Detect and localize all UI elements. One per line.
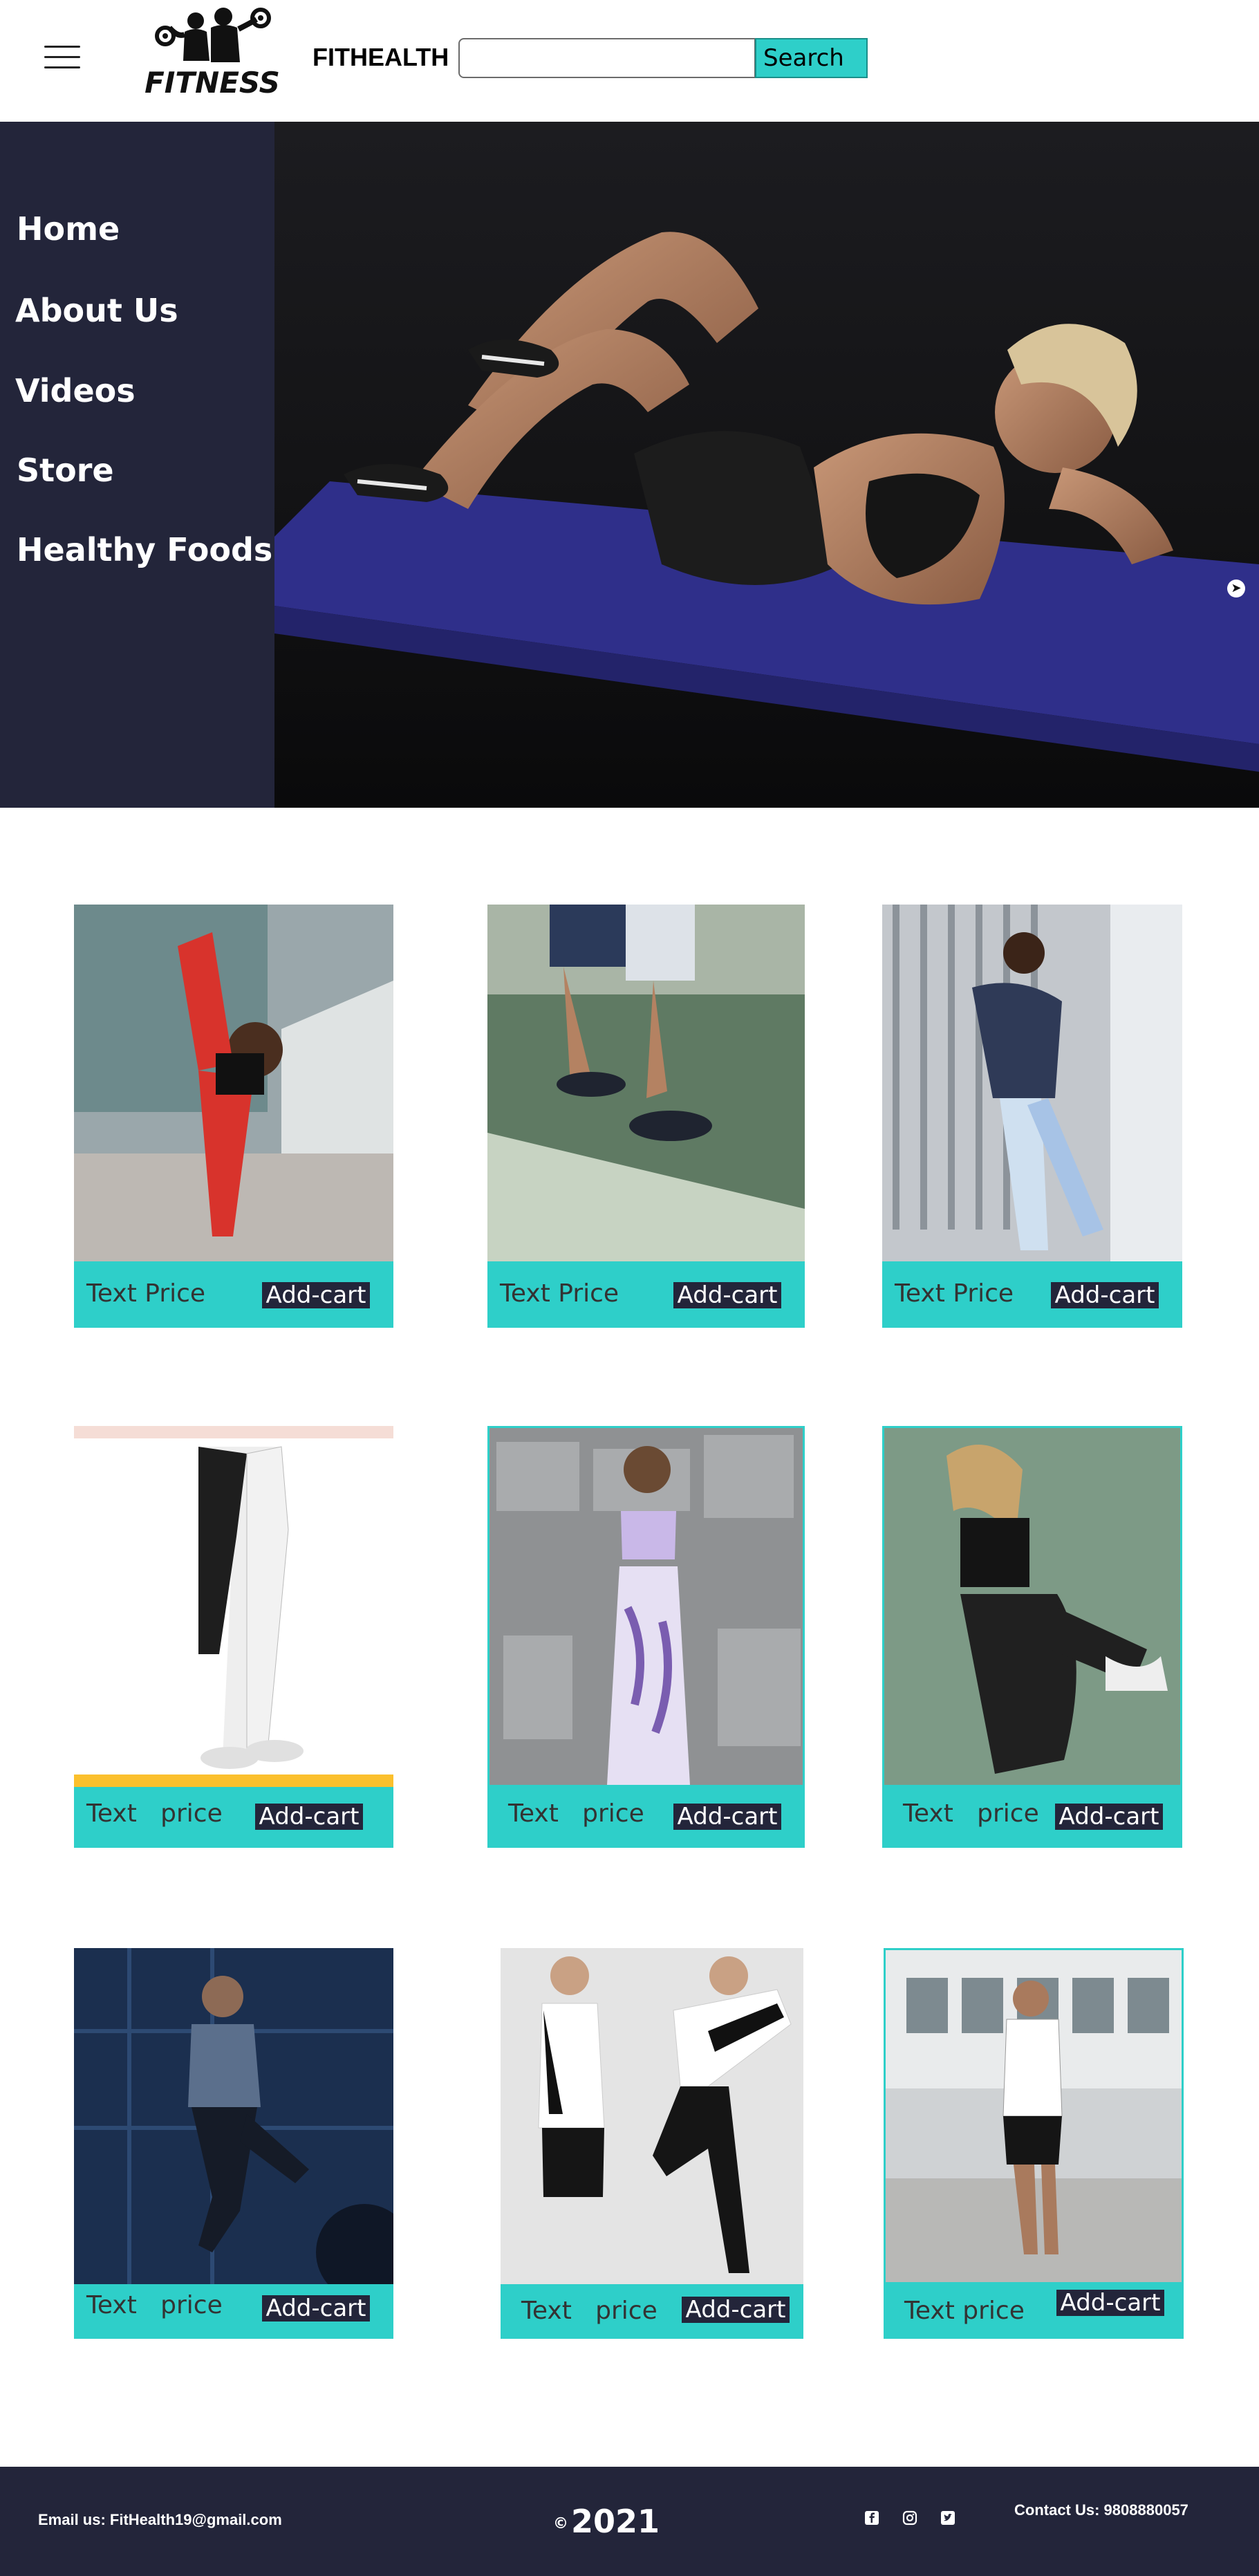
- sidebar-item-about-us[interactable]: About Us: [15, 292, 178, 329]
- product-label: Text price: [904, 2297, 1025, 2325]
- footer-year: 2021: [571, 2503, 660, 2540]
- instagram-icon[interactable]: [902, 2510, 917, 2526]
- sidebar-nav: Home About Us Videos Store Healthy Foods: [0, 122, 274, 808]
- add-to-cart-button[interactable]: Add-cart: [262, 2295, 370, 2322]
- product-label: Text price: [903, 1799, 1039, 1828]
- copyright-icon: ©: [553, 2515, 568, 2532]
- add-to-cart-button[interactable]: Add-cart: [1051, 1282, 1159, 1308]
- product-image[interactable]: [74, 1948, 393, 2284]
- product-card: Text Price Add-cart: [882, 905, 1182, 1328]
- product-image[interactable]: [884, 1948, 1184, 2284]
- product-image[interactable]: [74, 905, 393, 1261]
- sidebar-item-store[interactable]: Store: [17, 452, 114, 489]
- product-image[interactable]: [487, 905, 805, 1261]
- add-to-cart-button[interactable]: Add-cart: [262, 1282, 370, 1308]
- footer-email[interactable]: Email us: FitHealth19@gmail.com: [38, 2511, 282, 2529]
- product-label: Text price: [86, 2291, 223, 2319]
- hamburger-menu-icon[interactable]: [44, 46, 80, 69]
- add-to-cart-button[interactable]: Add-cart: [673, 1804, 781, 1830]
- footer-copyright: ©2021: [553, 2503, 660, 2540]
- product-card: Text Price Add-cart: [74, 905, 393, 1328]
- product-image[interactable]: [487, 1426, 805, 1787]
- product-label: Text Price: [895, 1279, 1014, 1308]
- product-card: Text price Add-cart: [487, 1426, 805, 1848]
- hero-next-arrow-icon[interactable]: ➤: [1227, 580, 1245, 597]
- product-card: Text Price Add-cart: [487, 905, 805, 1328]
- sidebar-item-home[interactable]: Home: [17, 210, 120, 248]
- logo-text: FITNESS: [144, 66, 280, 98]
- product-card: Text price Add-cart: [74, 1426, 393, 1848]
- product-label: Text price: [508, 1799, 644, 1828]
- add-to-cart-button[interactable]: Add-cart: [1055, 1804, 1163, 1830]
- product-card: Text price Add-cart: [882, 1426, 1182, 1848]
- sidebar-item-healthy-foods[interactable]: Healthy Foods: [17, 531, 272, 568]
- add-to-cart-button[interactable]: Add-cart: [682, 2297, 790, 2323]
- product-label: Text price: [86, 1799, 223, 1828]
- add-to-cart-button[interactable]: Add-cart: [1056, 2290, 1164, 2316]
- product-image[interactable]: [882, 1426, 1182, 1787]
- add-to-cart-button[interactable]: Add-cart: [673, 1282, 781, 1308]
- header: FITNESS FITHEALTH Search: [0, 0, 1259, 122]
- product-card: Text price Add-cart: [74, 1948, 393, 2339]
- facebook-icon[interactable]: [864, 2510, 879, 2526]
- product-label: Text Price: [500, 1279, 619, 1308]
- brand-name: FITHEALTH: [313, 43, 449, 71]
- product-image[interactable]: [74, 1426, 393, 1787]
- hero-image: [274, 122, 1259, 808]
- search-button[interactable]: Search: [755, 38, 868, 78]
- sidebar-item-videos[interactable]: Videos: [15, 372, 136, 409]
- product-image[interactable]: [501, 1948, 803, 2284]
- fitness-logo[interactable]: FITNESS: [142, 7, 283, 100]
- footer-contact[interactable]: Contact Us: 9808880057: [1014, 2501, 1188, 2519]
- product-card: Text price Add-cart: [884, 1948, 1184, 2339]
- product-image[interactable]: [882, 905, 1182, 1261]
- product-card: Text price Add-cart: [501, 1948, 803, 2339]
- footer: Email us: FitHealth19@gmail.com ©2021 Co…: [0, 2467, 1259, 2576]
- search-input[interactable]: [458, 38, 756, 78]
- product-label: Text price: [521, 2297, 658, 2325]
- twitter-icon[interactable]: [940, 2510, 955, 2526]
- add-to-cart-button[interactable]: Add-cart: [255, 1804, 363, 1830]
- product-label: Text Price: [86, 1279, 206, 1308]
